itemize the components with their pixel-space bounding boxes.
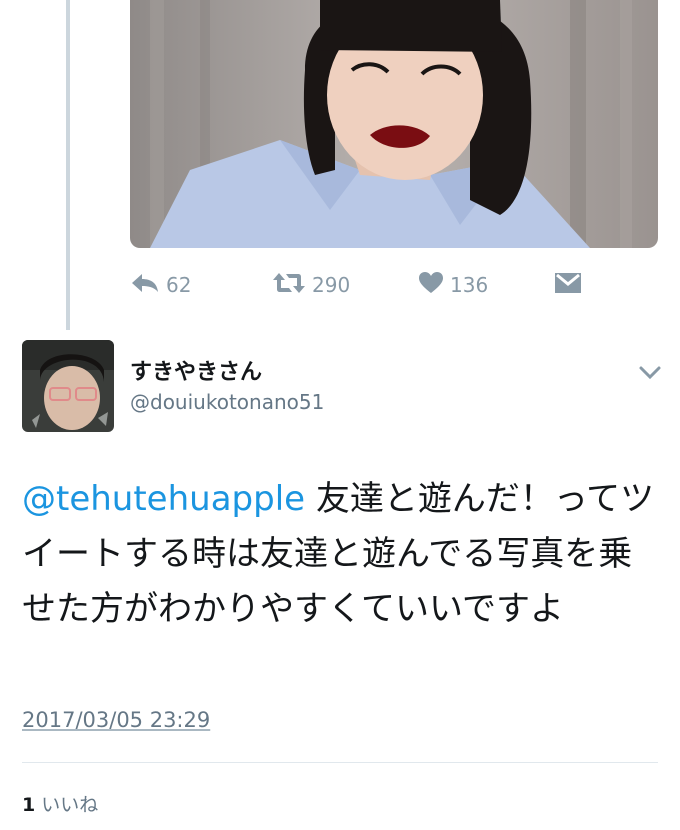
heart-icon xyxy=(418,271,444,300)
like-button[interactable]: 136 xyxy=(418,268,488,302)
chevron-down-icon[interactable] xyxy=(636,358,664,386)
tweet-timestamp[interactable]: 2017/03/05 23:29 xyxy=(22,708,210,732)
reply-icon xyxy=(130,271,160,300)
likes-summary[interactable]: 1 いいね xyxy=(22,790,98,817)
retweet-button[interactable]: 290 xyxy=(272,268,350,302)
author-display-name[interactable]: すきやきさん xyxy=(130,354,262,386)
tweet-detail-screen: 62 290 136 すきやきさん @douiukotonano51 @tehu… xyxy=(0,0,680,830)
like-count: 136 xyxy=(450,273,489,297)
envelope-icon xyxy=(554,271,582,300)
author-handle[interactable]: @douiukotonano51 xyxy=(130,390,324,414)
avatar[interactable] xyxy=(22,340,114,432)
thread-connector-line xyxy=(66,0,70,330)
retweet-icon xyxy=(272,271,306,300)
tweet-photo[interactable] xyxy=(130,0,658,248)
likes-label: いいね xyxy=(41,794,99,816)
retweet-count: 290 xyxy=(312,273,351,297)
reply-button[interactable]: 62 xyxy=(130,268,191,302)
tweet-text: @tehutehuapple 友達と遊んだ！ってツイートする時は友達と遊んでる写… xyxy=(22,472,662,637)
mention-link[interactable]: @tehutehuapple xyxy=(22,479,305,519)
likes-count: 1 xyxy=(22,794,36,816)
direct-message-button[interactable] xyxy=(554,268,582,302)
reply-count: 62 xyxy=(166,273,192,297)
divider xyxy=(22,762,658,763)
